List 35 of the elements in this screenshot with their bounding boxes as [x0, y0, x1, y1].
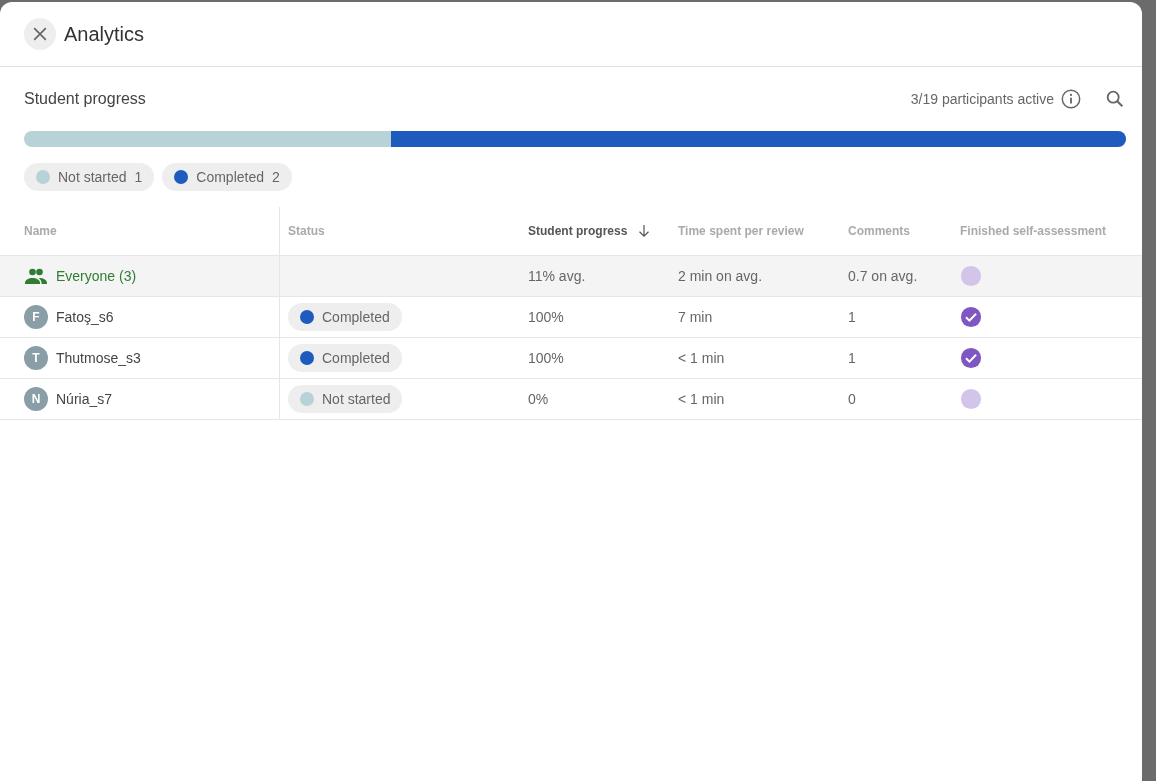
time-value: < 1 min — [678, 350, 725, 366]
comments-value: 1 — [848, 309, 856, 325]
info-icon — [1060, 88, 1082, 110]
progress-value: 0% — [528, 391, 549, 407]
info-button[interactable] — [1060, 88, 1082, 110]
search-icon — [1104, 88, 1126, 110]
status-label: Completed — [322, 309, 390, 325]
status-label: Completed — [322, 350, 390, 366]
legend-count: 1 — [134, 169, 143, 185]
group-name[interactable]: Everyone (3) — [56, 268, 137, 284]
avatar: F — [24, 305, 48, 329]
progress-value: 100% — [528, 350, 564, 366]
time-value: < 1 min — [678, 391, 725, 407]
participants-count: 3/19 participants active — [910, 91, 1054, 107]
time-value: 7 min — [678, 309, 713, 325]
status-label: Not started — [322, 391, 391, 407]
section-title: Student progress — [24, 90, 146, 108]
column-header[interactable]: Student progress — [528, 224, 628, 238]
comments-value: 0.7 on avg. — [848, 268, 918, 284]
dialog-title: Analytics — [64, 22, 145, 46]
student-name[interactable]: Thutmose_s3 — [56, 350, 141, 366]
search-button[interactable] — [1104, 88, 1126, 110]
legend-count: 2 — [272, 169, 280, 185]
avatar: N — [24, 387, 48, 411]
close-button[interactable] — [24, 18, 56, 50]
comments-value: 1 — [848, 350, 856, 366]
comments-value: 0 — [848, 391, 856, 407]
student-name[interactable]: Fatoş_s6 — [56, 309, 114, 325]
legend-label: Not started — [58, 169, 127, 185]
progress-value: 100% — [528, 309, 564, 325]
student-name[interactable]: Núria_s7 — [56, 391, 113, 407]
avatar: T — [24, 346, 48, 370]
legend-label: Completed — [196, 169, 264, 185]
time-value: 2 min on avg. — [678, 268, 763, 284]
progress-value: 11% avg. — [528, 268, 586, 284]
